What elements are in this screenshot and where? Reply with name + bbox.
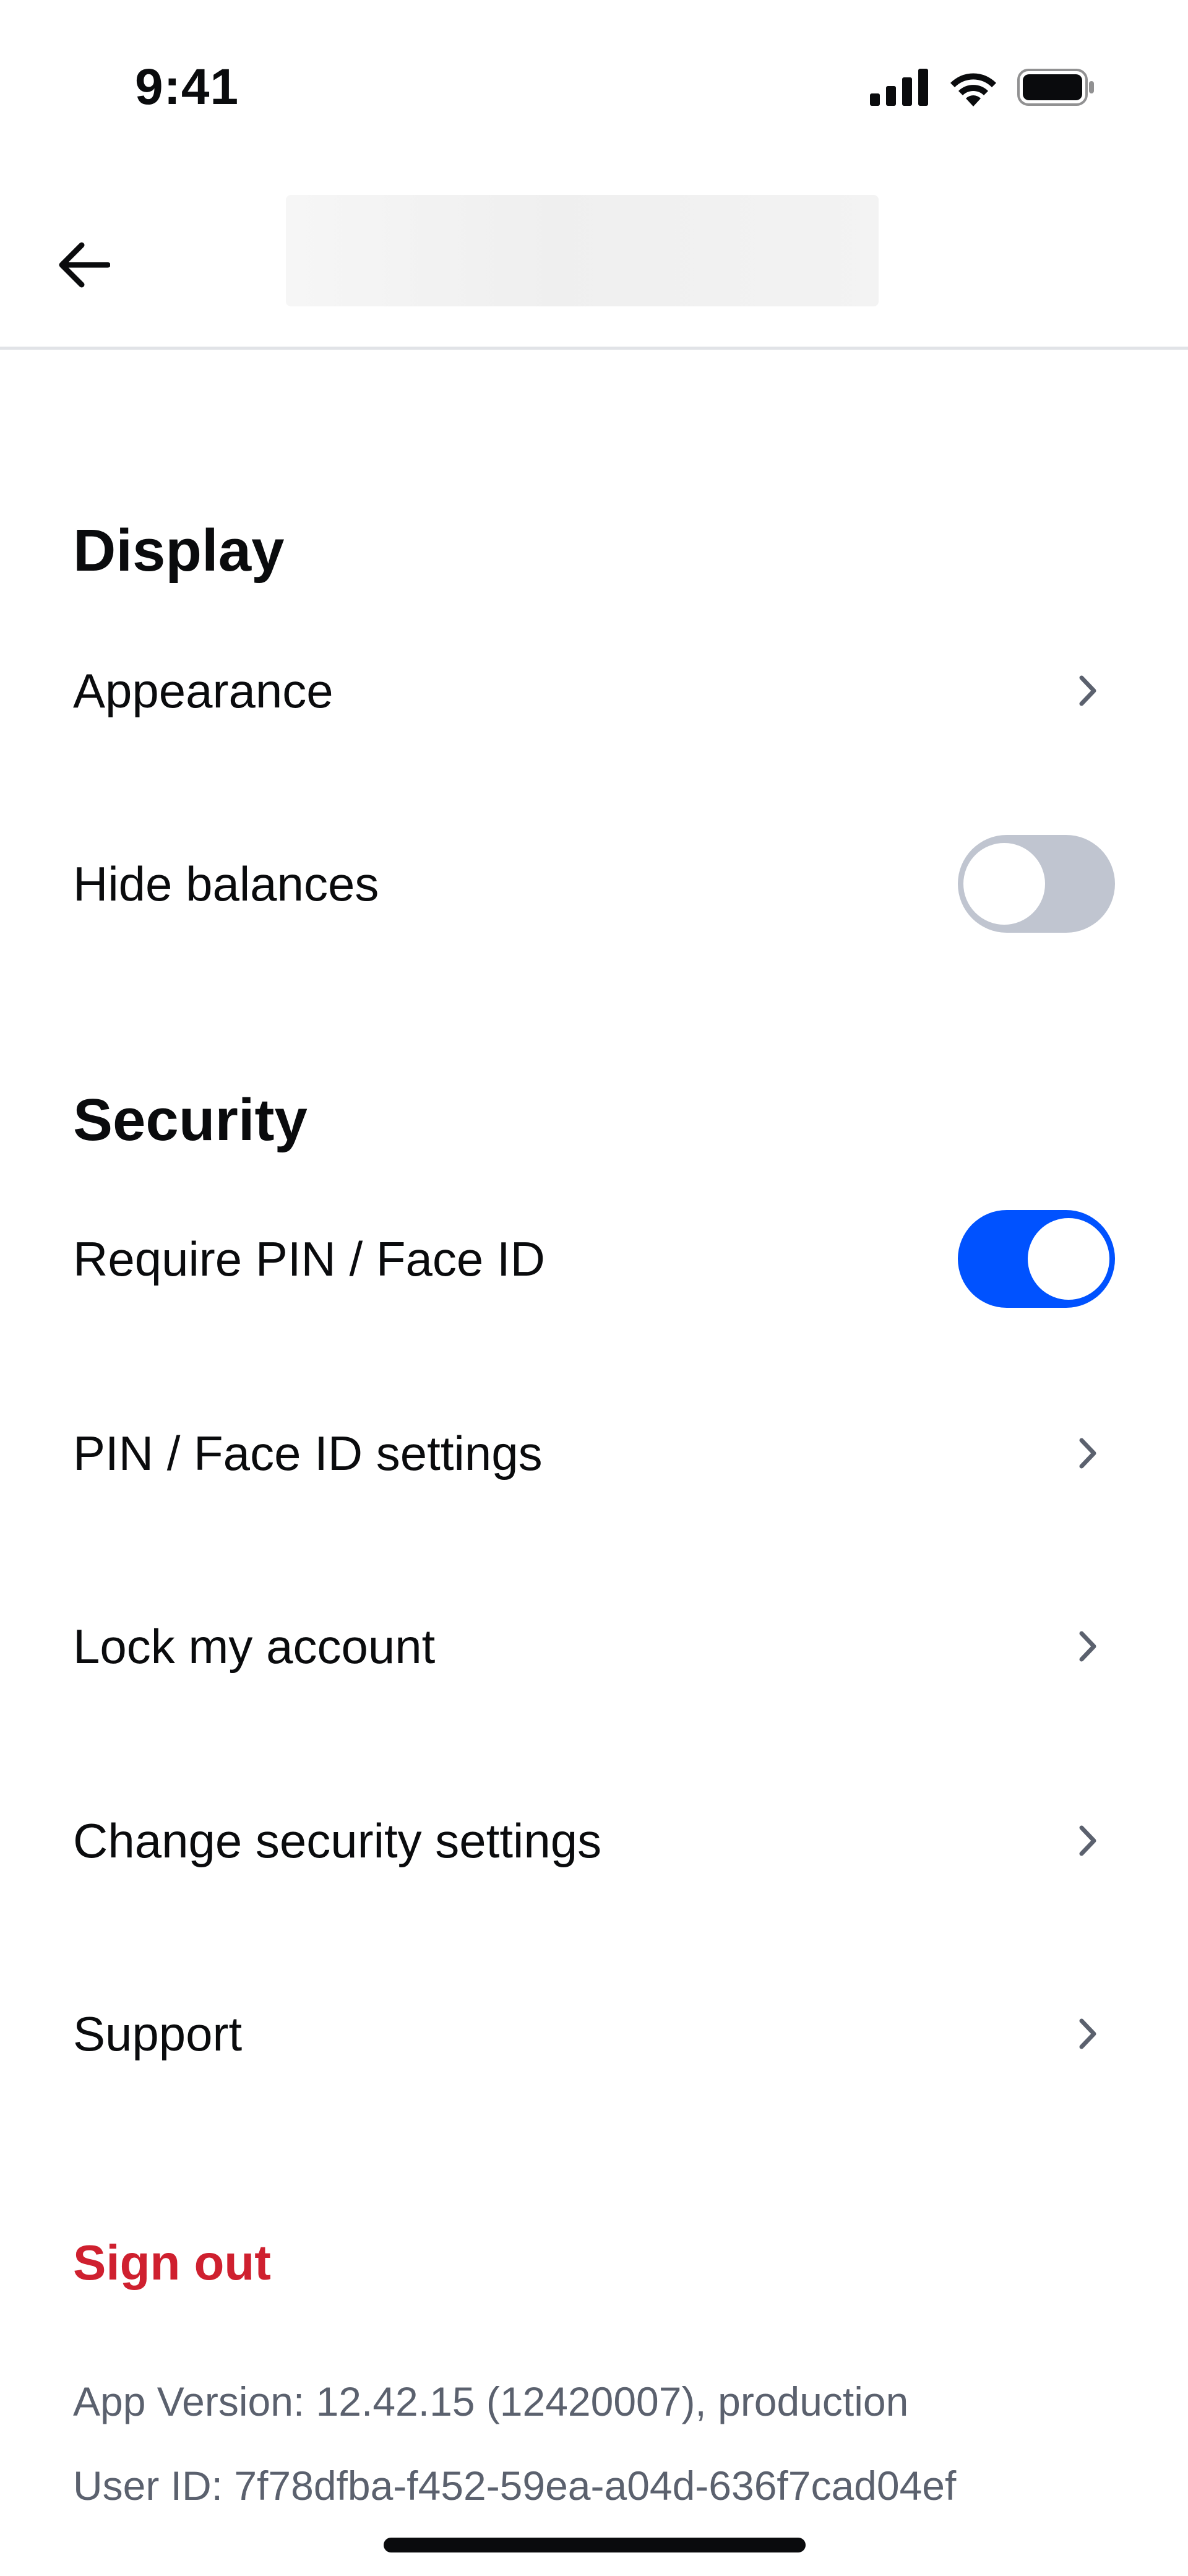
chevron-right-icon (1069, 1435, 1106, 1472)
pin-settings-row[interactable]: PIN / Face ID settings (0, 1391, 1188, 1515)
status-time: 9:41 (135, 59, 239, 115)
status-bar: 9:41 (0, 0, 1188, 173)
appearance-row[interactable]: Appearance (0, 629, 1188, 753)
back-button[interactable] (43, 226, 124, 306)
chevron-right-icon (1069, 2015, 1106, 2052)
signal-icon (870, 69, 929, 109)
change-security-row[interactable]: Change security settings (0, 1779, 1188, 1903)
lock-account-row[interactable]: Lock my account (0, 1584, 1188, 1708)
support-row[interactable]: Support (0, 1972, 1188, 2096)
battery-icon (1017, 69, 1095, 109)
appearance-label: Appearance (73, 663, 334, 718)
app-version: App Version: 12.42.15 (12420007), produc… (73, 2379, 909, 2424)
chevron-right-icon (1069, 1628, 1106, 1665)
status-icons (870, 68, 1095, 110)
pin-settings-label: PIN / Face ID settings (73, 1426, 543, 1480)
hide-balances-label: Hide balances (73, 857, 379, 911)
require-pin-toggle[interactable] (958, 1210, 1115, 1308)
require-pin-row: Require PIN / Face ID (0, 1197, 1188, 1321)
chevron-right-icon (1069, 1822, 1106, 1859)
security-heading: Security (73, 1087, 308, 1153)
hide-balances-toggle[interactable] (958, 835, 1115, 933)
sign-out-button[interactable]: Sign out (73, 2234, 271, 2291)
wifi-icon (948, 68, 999, 110)
change-security-label: Change security settings (73, 1813, 602, 1868)
toggle-knob (960, 840, 1048, 928)
chevron-right-icon (1069, 672, 1106, 709)
toggle-knob (1025, 1215, 1113, 1303)
support-label: Support (73, 2007, 243, 2061)
nav-bar (0, 173, 1188, 350)
hide-balances-row: Hide balances (0, 822, 1188, 946)
page-title (286, 195, 879, 306)
display-heading: Display (73, 517, 285, 584)
lock-account-label: Lock my account (73, 1619, 436, 1674)
require-pin-label: Require PIN / Face ID (73, 1232, 545, 1286)
arrow-left-icon (57, 241, 111, 292)
user-id: User ID: 7f78dfba-f452-59ea-a04d-636f7ca… (73, 2463, 957, 2509)
home-indicator (384, 2538, 806, 2552)
